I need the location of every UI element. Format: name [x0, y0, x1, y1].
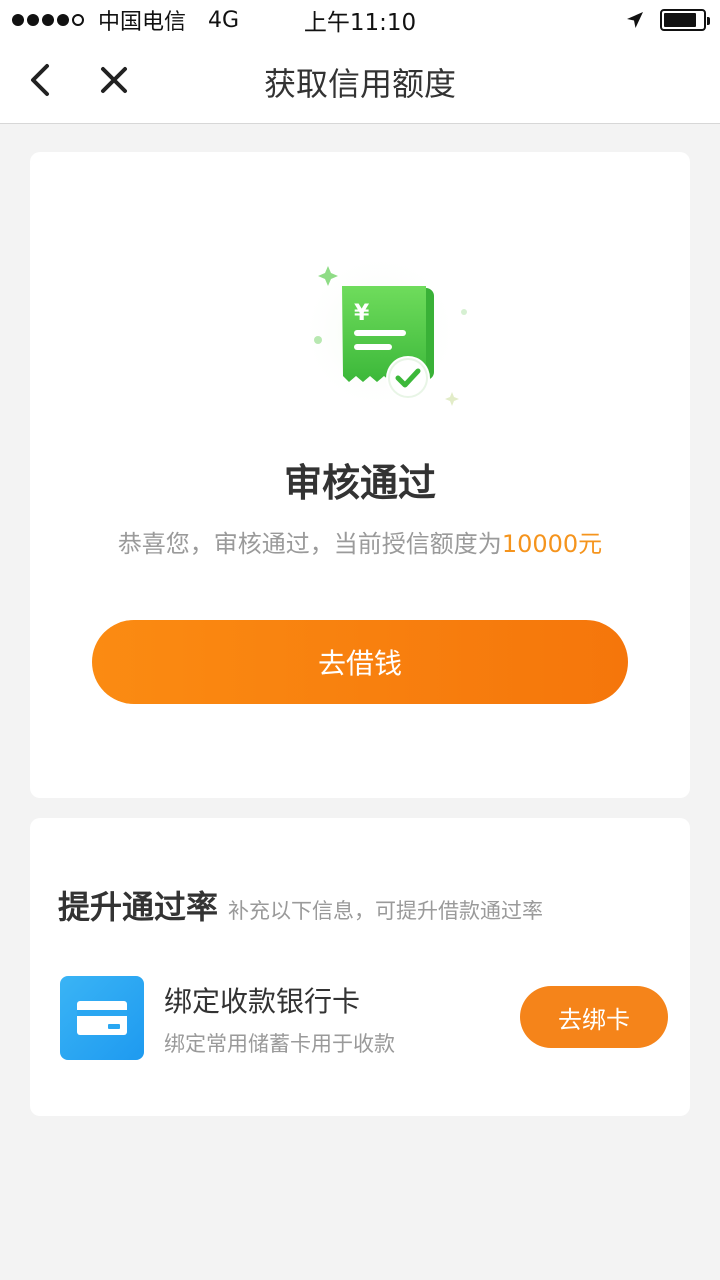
carrier-name: 中国电信	[98, 10, 187, 35]
approval-title: 审核通过	[283, 461, 436, 505]
close-button[interactable]	[92, 58, 136, 102]
credit-amount: 10000元	[501, 530, 603, 558]
approval-description: 恭喜您，审核通过，当前授信额度为10000元	[30, 524, 690, 559]
currency-symbol: ¥	[354, 301, 370, 326]
close-icon	[101, 67, 127, 93]
location-arrow-icon	[627, 12, 643, 28]
bank-card-description: 绑定常用储蓄卡用于收款	[164, 1032, 395, 1056]
approval-result-card: ¥ 审核通过 恭喜您，审核通过，当前授信额度为10000元 去借钱	[30, 152, 690, 798]
status-bar: 中国电信 4G 上午11:10	[0, 0, 720, 40]
signal-icon	[12, 14, 84, 26]
boost-title: 提升通过率	[58, 888, 219, 926]
chevron-left-icon	[31, 64, 49, 96]
status-left: 中国电信 4G	[12, 0, 239, 40]
bank-card-title: 绑定收款银行卡	[164, 985, 361, 1018]
battery-icon	[660, 9, 710, 31]
borrow-button[interactable]: 去借钱	[92, 620, 628, 704]
status-right	[626, 0, 710, 40]
back-button[interactable]	[20, 58, 60, 102]
nav-bar: 获取信用额度	[0, 40, 720, 124]
bind-card-button[interactable]: 去绑卡	[520, 986, 668, 1048]
boost-pass-rate-card: 提升通过率 补充以下信息，可提升借款通过率 绑定收款银行卡 绑定常用储蓄卡用于收…	[30, 818, 690, 1116]
receipt-check-icon: ¥	[300, 252, 467, 412]
boost-subtitle: 补充以下信息，可提升借款通过率	[228, 899, 544, 923]
boost-header: 提升通过率 补充以下信息，可提升借款通过率	[58, 882, 543, 928]
approval-description-text: 恭喜您，审核通过，当前授信额度为	[117, 530, 502, 558]
network-type: 4G	[208, 7, 240, 33]
list-item-bind-bank-card: 绑定收款银行卡 绑定常用储蓄卡用于收款 去绑卡	[58, 974, 668, 1064]
bank-card-icon	[60, 976, 144, 1060]
